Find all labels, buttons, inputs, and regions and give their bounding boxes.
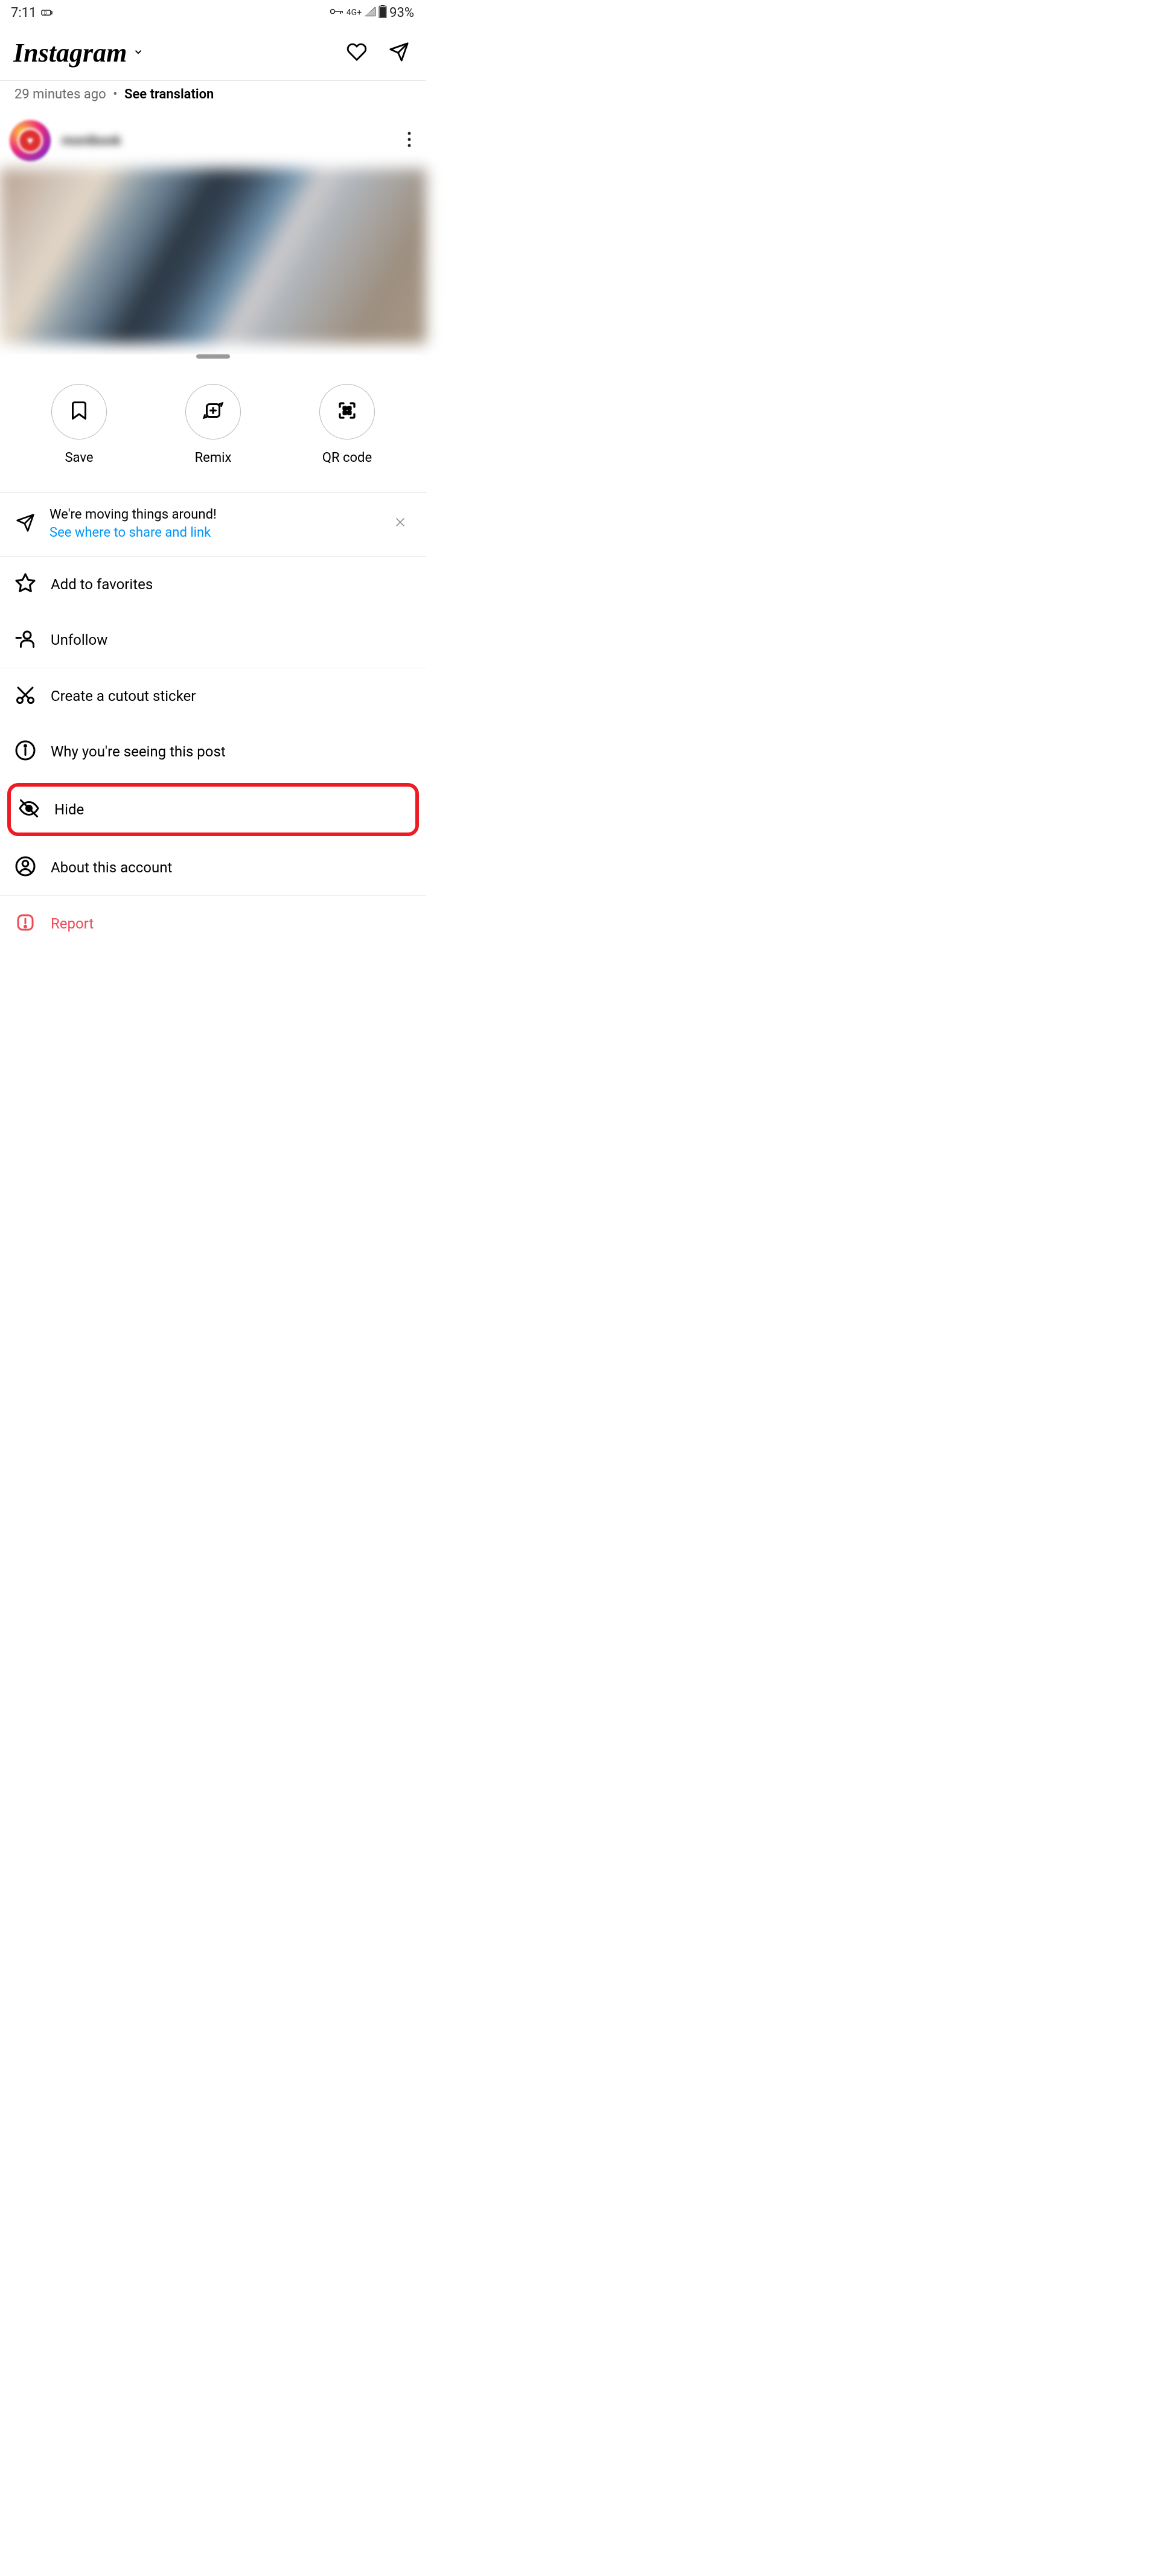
chevron-down-icon (133, 46, 144, 60)
bookmark-icon (68, 400, 90, 424)
menu-why-seeing[interactable]: Why you're seeing this post (0, 724, 426, 779)
vpn-key-icon (330, 7, 344, 19)
svg-text:D: D (44, 11, 47, 16)
notice-link[interactable]: See where to share and link (49, 524, 390, 542)
info-icon (14, 740, 36, 764)
qrcode-action[interactable]: QR code (319, 384, 375, 465)
menu-hide-label: Hide (54, 801, 84, 818)
qrcode-label: QR code (322, 450, 372, 465)
options-bottom-sheet: Save Remix QR code We're moving things (0, 354, 426, 951)
post-time: 29 minutes ago (14, 87, 106, 102)
network-type-label: 4G+ (346, 8, 362, 18)
app-header: Instagram (0, 25, 426, 80)
avatar[interactable]: ♥ (10, 120, 51, 161)
signal-icon (364, 6, 376, 19)
close-icon[interactable] (390, 512, 410, 536)
send-icon (16, 513, 35, 535)
see-translation-link[interactable]: See translation (124, 87, 214, 102)
post-more-button[interactable] (403, 127, 415, 154)
menu-favorites-label: Add to favorites (51, 576, 153, 593)
notice-line1: We're moving things around! (49, 506, 390, 524)
post-meta: 29 minutes ago • See translation (0, 81, 426, 113)
battery-icon (378, 5, 387, 21)
menu-report-label: Report (51, 915, 94, 932)
menu-about-label: About this account (51, 859, 172, 876)
star-icon (14, 572, 36, 596)
scissors-icon (14, 684, 36, 708)
status-bar: 7:11 D 4G+ 93% (0, 0, 426, 25)
remix-action[interactable]: Remix (185, 384, 241, 465)
heart-icon[interactable] (346, 42, 367, 65)
menu-report[interactable]: Report (0, 896, 426, 951)
menu-hide[interactable]: Hide (11, 787, 415, 833)
quick-actions-row: Save Remix QR code (0, 384, 426, 492)
menu-cutout-label: Create a cutout sticker (51, 688, 196, 705)
hide-highlight-annotation: Hide (7, 783, 419, 836)
battery-saver-icon: D (41, 5, 53, 21)
account-icon (14, 855, 36, 880)
menu-why-label: Why you're seeing this post (51, 743, 226, 760)
remix-icon (202, 400, 224, 424)
menu-about-account[interactable]: About this account (0, 840, 426, 895)
status-time: 7:11 (11, 5, 36, 21)
sheet-grabber[interactable] (196, 354, 230, 359)
save-label: Save (65, 450, 93, 465)
menu-unfollow[interactable]: Unfollow (0, 612, 426, 668)
post-username[interactable]: monibook (62, 133, 121, 149)
remix-label: Remix (195, 450, 232, 465)
dot-separator: • (113, 87, 117, 102)
battery-percentage: 93% (389, 5, 414, 21)
save-action[interactable]: Save (51, 384, 107, 465)
post-author-row: ♥ monibook (0, 113, 426, 168)
menu-favorites[interactable]: Add to favorites (0, 557, 426, 612)
messenger-send-icon[interactable] (389, 42, 409, 65)
qrcode-icon (336, 400, 358, 424)
menu-unfollow-label: Unfollow (51, 631, 107, 648)
menu-cutout[interactable]: Create a cutout sticker (0, 668, 426, 724)
report-icon (14, 912, 36, 936)
post-image (0, 168, 426, 344)
unfollow-icon (14, 628, 36, 652)
logo-dropdown[interactable]: Instagram (13, 37, 144, 68)
instagram-logo: Instagram (13, 37, 127, 68)
share-notice: We're moving things around! See where to… (0, 492, 426, 557)
eye-off-icon (18, 797, 40, 822)
